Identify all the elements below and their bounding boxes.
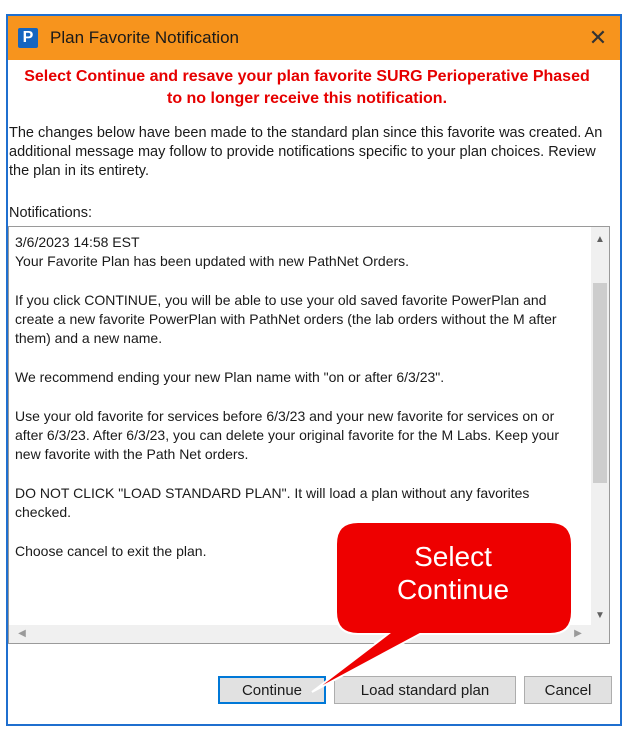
callout-line-1: Select xyxy=(414,541,492,572)
horizontal-scrollbar[interactable]: ◀ ▶ xyxy=(9,625,591,643)
continue-button[interactable]: Continue xyxy=(218,676,326,704)
description-text: The changes below have been made to the … xyxy=(9,125,603,179)
notification-paragraph: Use your old favorite for services befor… xyxy=(15,407,559,463)
notification-paragraph: DO NOT CLICK "LOAD STANDARD PLAN". It wi… xyxy=(15,484,530,521)
scroll-right-icon[interactable]: ▶ xyxy=(569,625,587,643)
callout-text: Select Continue xyxy=(338,540,568,606)
notification-timestamp: 3/6/2023 14:58 EST xyxy=(15,234,140,250)
notifications-label: Notifications: xyxy=(9,205,93,221)
close-icon[interactable]: ✕ xyxy=(584,24,612,52)
window-title: Plan Favorite Notification xyxy=(50,28,239,47)
app-logo-icon: P xyxy=(18,28,38,48)
notification-paragraph: If you click CONTINUE, you will be able … xyxy=(15,291,557,347)
scrollbar-corner xyxy=(591,625,609,643)
warning-message: Select Continue and resave your plan fav… xyxy=(4,66,610,110)
vertical-scrollbar[interactable]: ▲ ▼ xyxy=(591,227,609,625)
notifications-content: 3/6/2023 14:58 EST Your Favorite Plan ha… xyxy=(15,233,585,561)
scroll-down-icon[interactable]: ▼ xyxy=(591,607,609,625)
cancel-button[interactable]: Cancel xyxy=(524,676,612,704)
warning-line-2: to no longer receive this notification. xyxy=(166,90,448,107)
callout-line-2: Continue xyxy=(396,574,510,605)
warning-line-1: Select Continue and resave your plan fav… xyxy=(24,68,590,85)
title-bar[interactable]: P Plan Favorite Notification ✕ xyxy=(8,16,620,60)
vertical-scroll-thumb[interactable] xyxy=(593,283,607,483)
notification-paragraph: Your Favorite Plan has been updated with… xyxy=(15,253,410,270)
notification-paragraph: We recommend ending your new Plan name w… xyxy=(15,369,445,386)
scroll-left-icon[interactable]: ◀ xyxy=(13,625,31,643)
scroll-up-icon[interactable]: ▲ xyxy=(591,231,609,249)
load-standard-plan-button[interactable]: Load standard plan xyxy=(334,676,516,704)
